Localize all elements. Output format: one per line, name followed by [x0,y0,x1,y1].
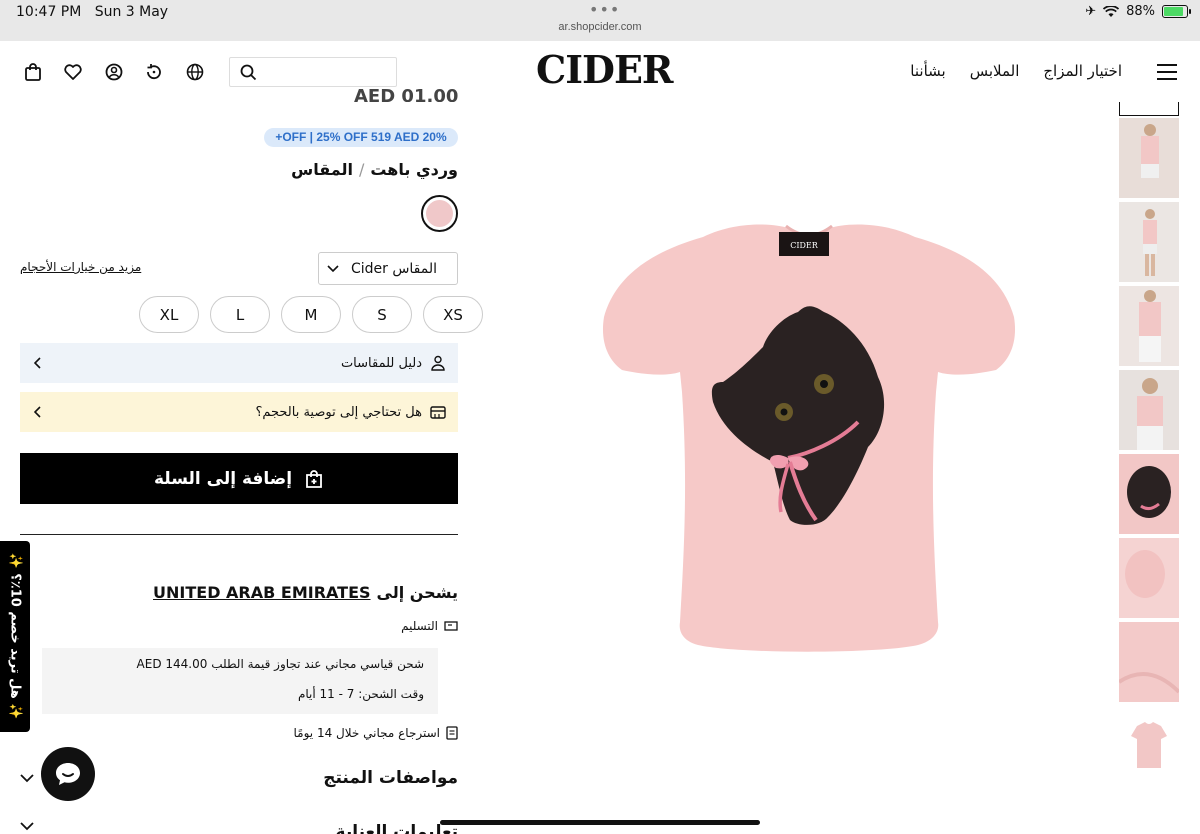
nav-about[interactable]: بشأننا [910,62,945,80]
bag-plus-icon [306,469,322,488]
svg-text:CIDER: CIDER [790,241,819,250]
size-guide-label: دليل للمقاسات [340,355,422,371]
size-system-select[interactable]: Cider المقاس [318,252,458,285]
delivery-label: التسليم [401,619,438,633]
battery-percent: 88% [1126,4,1155,19]
thumbnail-7[interactable] [1117,622,1181,702]
nav-clothing[interactable]: الملابس [970,62,1020,80]
chevron-left-icon [34,406,41,418]
color-value: وردي باهت [370,160,458,179]
color-row: وردي باهت / المقاس [291,160,458,179]
discount-side-tab[interactable]: ✨ هل تريد خصم 10٪؟ ✨ [0,541,30,732]
chat-button[interactable] [41,747,95,801]
model-thumb-image [1143,209,1157,276]
size-s-button[interactable]: S [352,296,412,333]
wifi-icon [1103,5,1120,17]
promo-badge: +OFF | 25% OFF 519 AED 20% [264,128,458,147]
tshirt-illustration: CIDER [602,224,1016,652]
returns-label: استرجاع مجاني خلال 14 يومًا [293,726,441,740]
add-to-cart-label: إضافة إلى السلة [153,468,293,489]
delivery-label-row: التسليم [401,619,458,633]
ship-to-label: يشحن إلى [376,583,458,602]
specs-label: مواصفات المنتج [323,768,458,788]
battery-icon [1162,5,1191,18]
chevron-down-icon [20,822,34,831]
rotate-icon[interactable] [143,61,165,83]
shipping-info-box: شحن قياسي مجاني عند تجاوز قيمة الطلب AED… [42,648,438,714]
size-xl-button[interactable]: XL [139,296,199,333]
chevron-left-icon [34,357,41,369]
thumbnail-selected[interactable] [1119,102,1179,116]
truck-icon [444,621,458,631]
product-image[interactable]: CIDER [498,102,1115,834]
size-l-button[interactable]: L [210,296,270,333]
model-thumb-image [1137,378,1163,450]
hamburger-menu-icon[interactable] [1157,64,1177,80]
thumbnail-2[interactable] [1119,202,1179,282]
size-recommendation-row[interactable]: هل تحتاجي إلى توصية بالحجم؟ [20,392,458,432]
color-separator: / [358,160,365,179]
free-shipping-text: شحن قياسي مجاني عند تجاوز قيمة الطلب AED… [136,657,424,671]
status-indicators: ✈ 88% [1085,4,1191,19]
thumbnail-6[interactable] [1119,538,1179,618]
site-header: CIDER اختيار المزاج الملابس بشأننا [0,41,1200,102]
person-ruler-icon [431,355,445,371]
search-input[interactable] [264,62,392,82]
search-box[interactable] [229,57,397,87]
section-divider [20,534,458,535]
chat-bubble-icon [56,763,80,785]
thumbnail-8[interactable] [1119,706,1179,786]
thumbnail-5[interactable] [1119,454,1179,534]
size-options: XL L M S XS [139,296,483,333]
care-instructions-accordion[interactable]: تعليمات العناية [20,822,458,834]
measure-card-icon [430,406,446,419]
discount-tab-label: ✨ هل تريد خصم 10٪؟ ✨ [7,552,23,720]
size-rec-label: هل تحتاجي إلى توصية بالحجم؟ [255,404,422,420]
ios-status-bar: 10:47 PM Sun 3 May ••• ar.shopcider.com … [0,0,1200,41]
more-dots-icon[interactable]: ••• [589,0,620,19]
document-icon [446,726,458,740]
heart-icon[interactable] [62,61,84,83]
bag-icon[interactable] [22,61,44,83]
product-thumbnails [1117,102,1181,834]
cider-logo[interactable]: CIDER [536,47,674,92]
color-label: المقاس [291,160,353,179]
size-m-button[interactable]: M [281,296,341,333]
ship-country-link[interactable]: UNITED ARAB EMIRATES [153,583,371,602]
ship-to-heading: يشحن إلى UNITED ARAB EMIRATES [153,583,458,602]
model-thumb-image [1139,290,1161,362]
thumbnail-4[interactable] [1119,370,1179,450]
cat-print-thumb-image [1127,466,1171,518]
status-time: 10:47 PM Sun 3 May [16,4,169,20]
more-sizes-link[interactable]: مزيد من خيارات الأحجام [20,260,141,274]
main-nav: اختيار المزاج الملابس بشأننا [910,62,1122,80]
airplane-icon: ✈ [1085,4,1097,19]
thumbnail-3[interactable] [1119,286,1179,366]
price-partial: AED 01.00 [354,86,459,102]
size-xs-button[interactable]: XS [423,296,483,333]
home-indicator [440,820,760,825]
address-url[interactable]: ar.shopcider.com [0,21,1200,33]
size-guide-row[interactable]: دليل للمقاسات [20,343,458,383]
chevron-down-icon [327,264,339,272]
globe-icon[interactable] [184,61,206,83]
flat-shirt-thumb-image [1131,722,1167,768]
chevron-down-icon [20,773,34,782]
color-swatch-selected[interactable] [421,195,458,232]
size-select-value: Cider المقاس [350,260,437,277]
add-to-cart-button[interactable]: إضافة إلى السلة [20,453,458,504]
ship-time-text: وقت الشحن: 7 - 11 أيام [297,687,424,701]
sleeve-thumb-image [1125,550,1165,598]
thumbnail-1[interactable] [1119,118,1179,198]
fabric-thumb-image [1117,672,1181,694]
nav-mood[interactable]: اختيار المزاج [1043,62,1122,80]
account-icon[interactable] [103,61,125,83]
search-icon [240,64,257,81]
model-thumb-image [1141,124,1159,178]
returns-row: استرجاع مجاني خلال 14 يومًا [294,726,459,740]
